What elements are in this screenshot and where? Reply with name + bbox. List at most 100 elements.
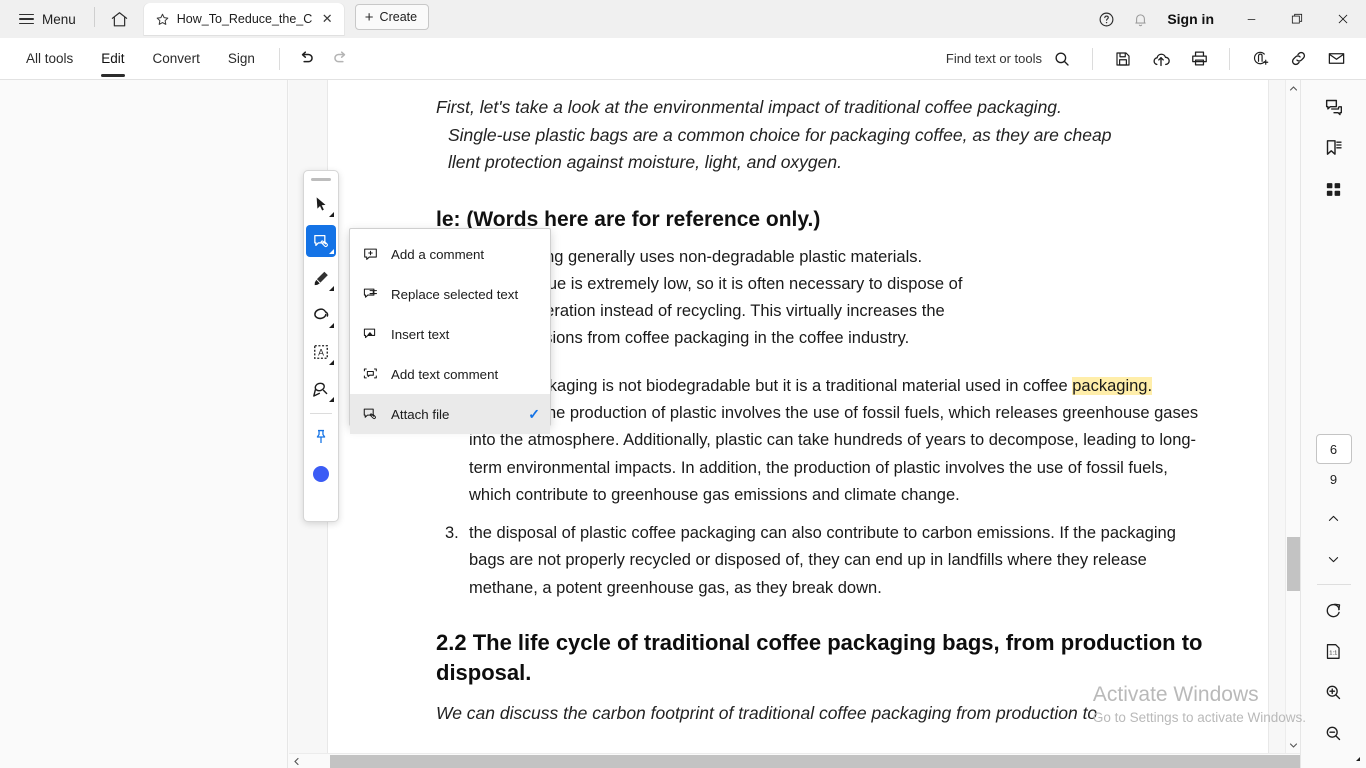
eraser-tool-icon[interactable] [306, 373, 336, 405]
annotation-tool-palette[interactable]: A [303, 170, 339, 522]
help-circle-icon[interactable] [1089, 2, 1123, 36]
tab-sign-label: Sign [228, 51, 255, 66]
scrollbar-thumb[interactable] [1287, 537, 1300, 591]
menu-item-attach-file[interactable]: Attach file ✓ [350, 394, 550, 434]
zoom-in-icon[interactable] [1315, 673, 1353, 711]
item1-line-3: kaging by incineration instead of recycl… [436, 298, 1212, 325]
rail-divider [1317, 584, 1351, 585]
comment-attach-tool-icon[interactable] [306, 225, 336, 257]
search-icon[interactable] [1044, 42, 1080, 76]
menu-button-label: Menu [42, 12, 76, 27]
drag-handle[interactable] [311, 178, 331, 181]
svg-text:1:1: 1:1 [1329, 650, 1337, 656]
menu-item-add-a-comment[interactable]: Add a comment [350, 234, 550, 274]
rotate-icon[interactable] [1315, 591, 1353, 629]
title-bar: Menu How_To_Reduce_the_C.. ✕ [0, 0, 1366, 38]
heading-2-2: 2.2 The life cycle of traditional coffee… [436, 628, 1212, 688]
chevron-corner-icon [329, 360, 334, 365]
annotation-context-menu[interactable]: Add a comment Replace selected text [349, 228, 551, 426]
scroll-down-arrow-icon[interactable] [1286, 737, 1301, 753]
previous-page-button[interactable] [1315, 499, 1353, 537]
redo-icon[interactable] [324, 42, 358, 76]
toolbar-divider-2 [1092, 48, 1093, 70]
text-box-tool-icon[interactable]: A [306, 336, 336, 368]
list-item-text: the disposal of plastic coffee packaging… [469, 520, 1212, 602]
print-icon[interactable] [1181, 42, 1217, 76]
tab-convert[interactable]: Convert [139, 38, 214, 80]
bell-icon[interactable] [1123, 2, 1157, 36]
scrollbar-thumb[interactable] [330, 755, 1320, 768]
undo-icon[interactable] [290, 42, 324, 76]
horizontal-scrollbar[interactable] [289, 753, 1300, 768]
total-pages-label: 9 [1330, 472, 1337, 487]
tab-edit[interactable]: Edit [87, 38, 138, 80]
bookmarks-panel-icon[interactable] [1315, 129, 1353, 167]
highlighter-tool-icon[interactable] [306, 262, 336, 294]
text-comment-icon [361, 366, 380, 383]
tab-edit-label: Edit [101, 51, 124, 66]
application-window: Menu How_To_Reduce_the_C.. ✕ [0, 0, 1366, 768]
list-item[interactable]: 3. the disposal of plastic coffee packag… [436, 520, 1212, 602]
attach-file-icon [361, 406, 380, 423]
scroll-up-arrow-icon[interactable] [1286, 80, 1301, 96]
maximize-button[interactable] [1274, 0, 1320, 38]
zoom-out-icon[interactable] [1315, 714, 1353, 752]
find-text-or-tools-label[interactable]: Find text or tools [946, 51, 1042, 66]
fit-one-to-one-icon[interactable]: 1:1 [1315, 632, 1353, 670]
chevron-corner-icon [329, 286, 334, 291]
menu-button[interactable]: Menu [10, 4, 85, 34]
item2-part2: However, the production of plastic invol… [469, 404, 1198, 504]
item1-line-4: of carbon emissions from coffee packagin… [436, 325, 1212, 352]
scroll-left-arrow-icon[interactable] [289, 754, 304, 768]
list-item-number: 3. [436, 520, 469, 602]
right-rail: 6 9 1:1 [1300, 80, 1366, 768]
thumbnails-panel-icon[interactable] [1315, 170, 1353, 208]
comments-panel-icon[interactable] [1315, 88, 1353, 126]
highlighted-text[interactable]: packaging. [1072, 377, 1152, 395]
lasso-draw-tool-icon[interactable] [306, 299, 336, 331]
tab-all-tools[interactable]: All tools [12, 38, 87, 80]
numbered-list: 2. Plastic packaging is not biodegradabl… [436, 373, 1212, 602]
title-bar-right: Sign in [1089, 0, 1366, 38]
list-item[interactable]: 2. Plastic packaging is not biodegradabl… [436, 373, 1212, 509]
reference-subheading: le: (Words here are for reference only.) [436, 206, 1212, 234]
next-page-button[interactable] [1315, 540, 1353, 578]
page-number-input[interactable]: 6 [1316, 434, 1352, 464]
menu-item-replace-selected-text[interactable]: Replace selected text [350, 274, 550, 314]
left-pane [0, 80, 288, 768]
document-tab[interactable]: How_To_Reduce_the_C.. ✕ [144, 3, 344, 36]
vertical-scrollbar[interactable] [1285, 80, 1300, 753]
closing-italic-line: We can discuss the carbon footprint of t… [436, 700, 1212, 728]
intro-line-1: First, let's take a look at the environm… [436, 94, 1212, 122]
link-icon[interactable] [1280, 42, 1316, 76]
sign-in-button[interactable]: Sign in [1157, 11, 1228, 27]
tab-sign[interactable]: Sign [214, 38, 269, 80]
main-toolbar: All tools Edit Convert Sign [0, 38, 1366, 80]
workspace: First, let's take a look at the environm… [0, 80, 1366, 768]
chevron-corner-icon [329, 249, 334, 254]
save-icon[interactable] [1105, 42, 1141, 76]
add-stamp-icon[interactable] [1242, 42, 1278, 76]
pin-stamp-tool-icon[interactable] [306, 421, 336, 453]
menu-item-add-text-comment[interactable]: Add text comment [350, 354, 550, 394]
tab-convert-label: Convert [153, 51, 200, 66]
close-icon[interactable]: ✕ [319, 10, 336, 28]
item1-line-1: coffee packaging generally uses non-degr… [436, 244, 1212, 271]
color-dot [313, 466, 329, 482]
document-tab-title: How_To_Reduce_the_C.. [177, 12, 312, 26]
home-button[interactable] [104, 3, 136, 35]
window-close-button[interactable] [1320, 0, 1366, 38]
cloud-upload-icon[interactable] [1143, 42, 1179, 76]
select-tool-icon[interactable] [306, 188, 336, 220]
menu-item-label: Replace selected text [391, 287, 540, 302]
menu-item-insert-text[interactable]: Insert text [350, 314, 550, 354]
chevron-corner-icon [1356, 757, 1360, 761]
tool-tab-group: All tools Edit Convert Sign [0, 38, 358, 80]
title-bar-left: Menu How_To_Reduce_the_C.. ✕ [0, 0, 429, 38]
create-button[interactable]: + Create [355, 4, 429, 30]
mail-icon[interactable] [1318, 42, 1354, 76]
star-icon[interactable] [155, 12, 170, 27]
minimize-button[interactable] [1228, 0, 1274, 38]
color-swatch-icon[interactable] [306, 458, 336, 490]
toolbar-divider [279, 48, 280, 70]
